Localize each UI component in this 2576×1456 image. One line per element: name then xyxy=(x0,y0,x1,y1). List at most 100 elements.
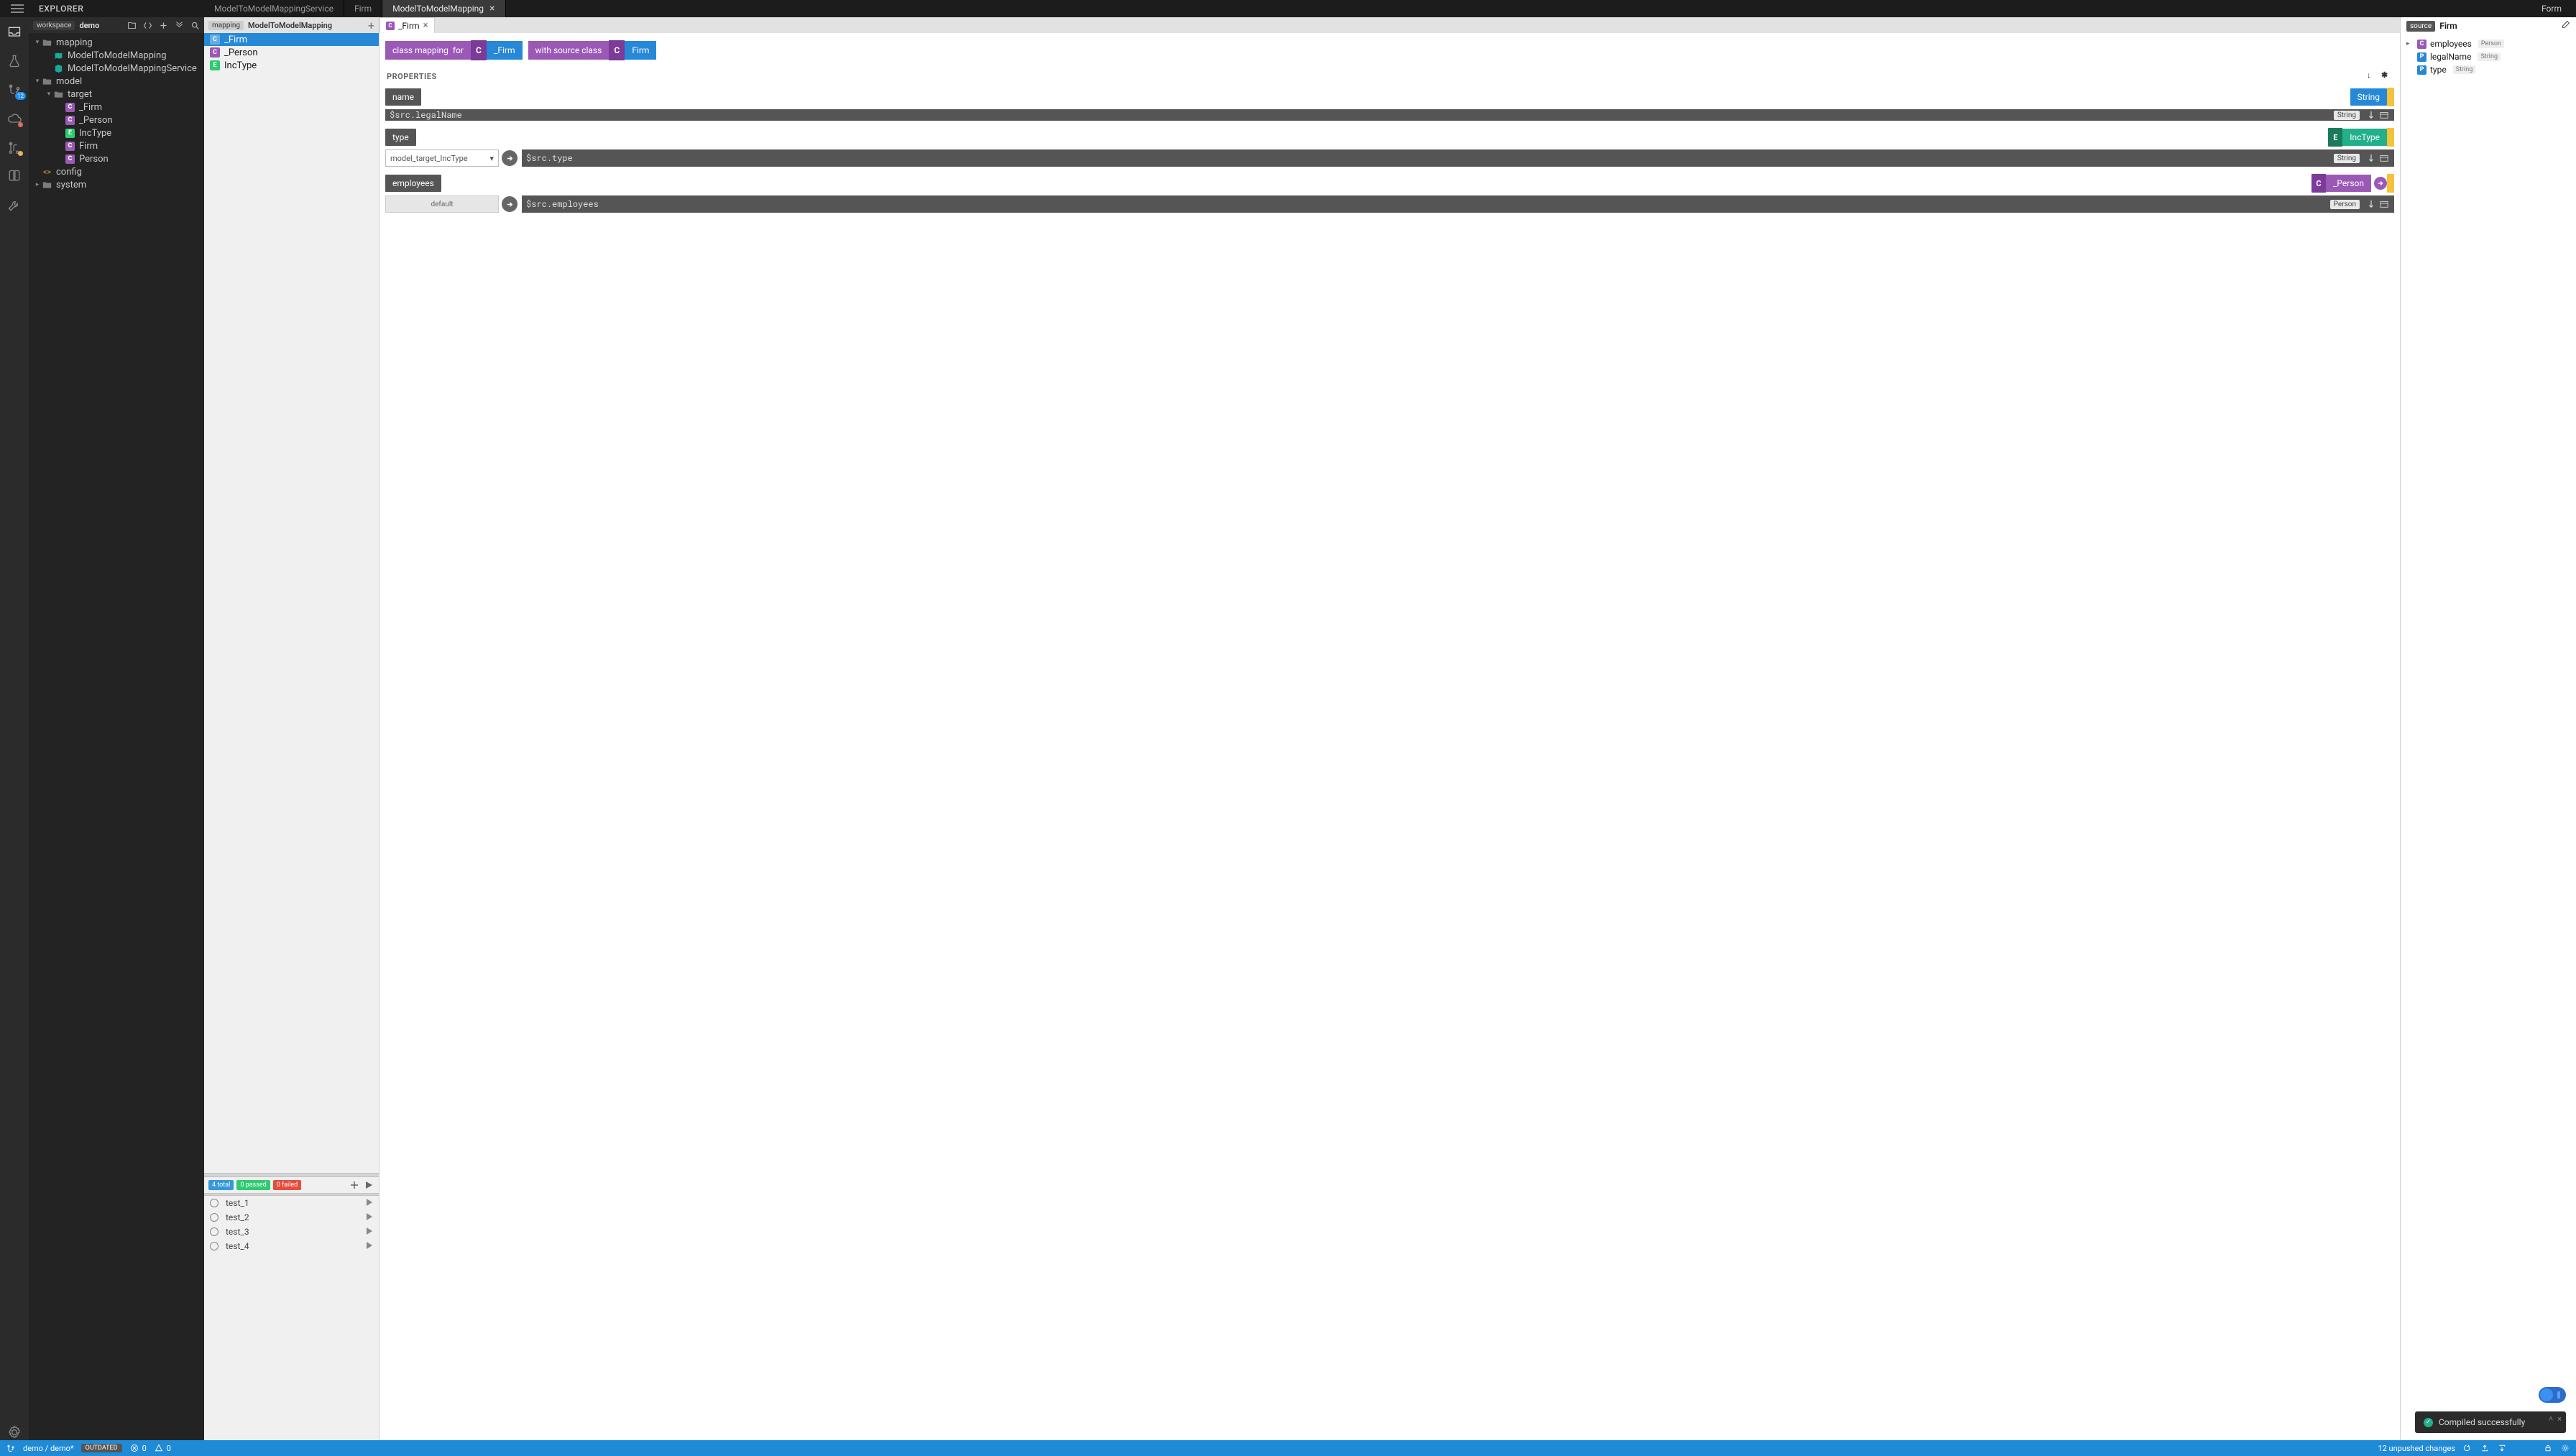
menu-button[interactable] xyxy=(0,0,34,17)
run-test-button[interactable] xyxy=(366,1227,373,1237)
test-name: test_4 xyxy=(226,1241,249,1251)
notification-collapse-button[interactable]: ˄ xyxy=(2549,1414,2553,1424)
notification-close-button[interactable]: × xyxy=(2557,1414,2562,1424)
twisty-icon[interactable]: ▾ xyxy=(45,91,53,98)
close-icon[interactable]: × xyxy=(423,20,428,31)
open-fullscreen-button[interactable] xyxy=(2378,152,2390,164)
expand-button[interactable] xyxy=(2365,152,2377,164)
run-all-tests-button[interactable] xyxy=(363,1179,374,1191)
tab-modeltomodemappingservice[interactable]: ModelToModelMappingService xyxy=(204,0,344,17)
new-element-button[interactable] xyxy=(158,20,168,30)
mapping-element[interactable]: C _Firm xyxy=(204,33,379,46)
property-name[interactable]: employees xyxy=(385,175,441,192)
test-row[interactable]: test_3 xyxy=(204,1225,379,1239)
outdated-chip[interactable]: OUTDATED xyxy=(81,1444,122,1452)
activity-tests[interactable] xyxy=(6,53,22,69)
twisty-icon[interactable]: ▸ xyxy=(33,181,42,188)
twisty-icon[interactable]: ▸ xyxy=(2406,40,2414,47)
tree-item[interactable]: C Firm xyxy=(29,139,204,152)
test-row[interactable]: test_4 xyxy=(204,1239,379,1253)
new-package-button[interactable] xyxy=(126,20,137,30)
run-test-button[interactable] xyxy=(366,1241,373,1251)
twisty-icon[interactable]: ▾ xyxy=(33,39,42,46)
editor-tab-firm[interactable]: C _Firm × xyxy=(380,17,435,33)
add-test-button[interactable] xyxy=(349,1179,360,1191)
toggle-view-button[interactable] xyxy=(142,20,152,30)
tree-item[interactable]: ▸ system xyxy=(29,178,204,191)
lock-icon[interactable] xyxy=(2543,1443,2553,1453)
expression-editor[interactable]: $src.legalName String xyxy=(385,109,2394,121)
edit-source-button[interactable] xyxy=(2561,20,2570,32)
open-fullscreen-button[interactable] xyxy=(2378,198,2390,210)
tab-modeltomodelmapping[interactable]: ModelToModelMapping × xyxy=(382,0,505,17)
source-tree-row[interactable]: P type String xyxy=(2406,63,2570,76)
property-type-chip[interactable]: E IncType xyxy=(2328,128,2387,147)
test-row[interactable]: test_2 xyxy=(204,1210,379,1225)
activity-docs[interactable] xyxy=(6,168,22,184)
default-mapping-pill[interactable]: default xyxy=(385,195,499,213)
expand-button[interactable] xyxy=(2365,198,2377,210)
tree-item[interactable]: <> config xyxy=(29,165,204,178)
tree-item[interactable]: ▾ target xyxy=(29,88,204,101)
branch-path[interactable]: demo / demo* xyxy=(23,1444,74,1453)
navigate-button[interactable] xyxy=(502,196,518,212)
tab-firm[interactable]: Firm xyxy=(344,0,382,17)
collapse-button[interactable] xyxy=(174,20,184,30)
tree-item[interactable]: ▾ mapping xyxy=(29,36,204,49)
run-test-button[interactable] xyxy=(366,1198,373,1208)
add-mapping-element-button[interactable]: + xyxy=(368,19,374,32)
property-type-chip[interactable]: String xyxy=(2350,88,2387,106)
expand-button[interactable] xyxy=(2365,109,2377,121)
push-button[interactable] xyxy=(2480,1443,2490,1453)
source-property-type: String xyxy=(2478,52,2501,61)
open-fullscreen-button[interactable] xyxy=(2378,109,2390,121)
source-property-type: String xyxy=(2453,65,2476,74)
mapping-element[interactable]: E IncType xyxy=(204,59,379,72)
activity-source-control[interactable]: 12 xyxy=(6,82,22,98)
property-type-chip[interactable]: C _Person xyxy=(2312,174,2387,193)
required-filter-button[interactable]: ✱ xyxy=(2381,70,2393,82)
close-icon[interactable]: × xyxy=(489,3,494,14)
pull-button[interactable] xyxy=(2497,1443,2507,1453)
mapping-element-label: _Firm xyxy=(224,34,247,45)
target-class-name[interactable]: _Firm xyxy=(487,41,523,60)
property-name[interactable]: type xyxy=(385,129,416,146)
tree-item[interactable]: C Person xyxy=(29,152,204,165)
navigate-button[interactable] xyxy=(2374,177,2387,190)
source-class-name[interactable]: Firm xyxy=(625,41,656,60)
source-property-name: type xyxy=(2430,65,2447,75)
run-test-button[interactable] xyxy=(366,1212,373,1222)
enum-mapping-select[interactable]: model_target_IncType ▾ xyxy=(385,149,499,167)
warnings-indicator[interactable]: 0 xyxy=(154,1443,171,1453)
property-name[interactable]: name xyxy=(385,88,421,106)
activity-cloud[interactable] xyxy=(6,111,22,126)
settings-icon[interactable] xyxy=(2560,1443,2570,1453)
activity-pull-requests[interactable] xyxy=(6,139,22,155)
tree-item[interactable]: C _Firm xyxy=(29,101,204,114)
tree-item[interactable]: E IncType xyxy=(29,126,204,139)
mapping-element[interactable]: C _Person xyxy=(204,46,379,59)
tree-item[interactable]: ModelToModelMapping xyxy=(29,49,204,62)
tree-item[interactable]: ▾ model xyxy=(29,75,204,88)
tree-item[interactable]: ModelToModelMappingService xyxy=(29,62,204,75)
test-row[interactable]: test_1 xyxy=(204,1196,379,1210)
editor-mode-label[interactable]: Form xyxy=(2527,0,2576,17)
source-tree-row[interactable]: P legalName String xyxy=(2406,50,2570,63)
expression-editor[interactable]: $src.employees Person xyxy=(522,195,2394,213)
tree-item-label: system xyxy=(56,180,86,190)
twisty-icon[interactable]: ▾ xyxy=(33,78,42,85)
navigate-button[interactable] xyxy=(502,150,518,166)
assistant-toggle[interactable] xyxy=(2539,1387,2566,1403)
activity-gear[interactable] xyxy=(6,1424,22,1440)
activity-settings[interactable] xyxy=(6,197,22,213)
unpushed-changes[interactable]: 12 unpushed changes xyxy=(2378,1444,2455,1453)
source-tree-row[interactable]: ▸ C employees Person xyxy=(2406,37,2570,50)
activity-explorer[interactable] xyxy=(6,24,22,40)
search-button[interactable] xyxy=(190,20,200,30)
errors-indicator[interactable]: 0 xyxy=(129,1443,147,1453)
tree-item[interactable]: C _Person xyxy=(29,114,204,126)
sync-button[interactable] xyxy=(2462,1443,2472,1453)
tree-item-label: Firm xyxy=(79,141,98,152)
expression-editor[interactable]: $src.type String xyxy=(522,149,2394,167)
sort-button[interactable]: ↓ xyxy=(2367,70,2378,82)
